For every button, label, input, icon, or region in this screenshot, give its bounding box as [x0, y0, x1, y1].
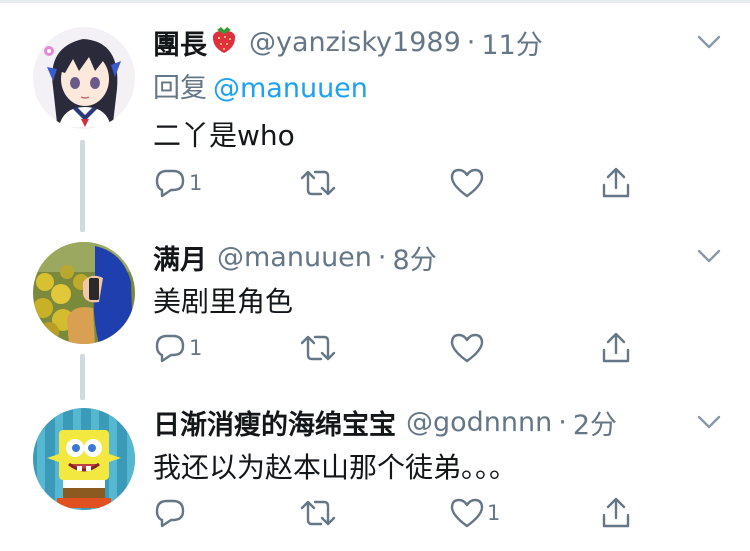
heart-icon — [450, 168, 484, 198]
share-icon — [602, 497, 630, 528]
retweet-icon — [300, 335, 336, 361]
tweet-actions: 1 — [0, 328, 750, 368]
separator-dot: · — [377, 241, 387, 273]
reply-icon — [155, 169, 185, 198]
retweet-button[interactable] — [299, 163, 337, 203]
reply-to-line: 回复 @manuuen — [153, 66, 368, 105]
reply-prefix: 回复 — [153, 73, 207, 104]
tweet[interactable]: 團長 @yanzisky1989 · 11分 回复 @manuuen 二丫是who… — [0, 0, 750, 220]
timestamp[interactable]: 2分 — [573, 403, 617, 442]
like-button[interactable]: 1 — [449, 493, 500, 533]
like-count: 1 — [487, 501, 501, 525]
user-handle[interactable]: @yanzisky1989 — [249, 27, 461, 58]
reply-button[interactable]: 1 — [153, 328, 202, 368]
reply-button[interactable] — [153, 493, 189, 533]
user-handle[interactable]: @godnnnn — [406, 407, 552, 438]
share-icon — [602, 332, 630, 363]
tweet-text: 我还以为赵本山那个徒弟。。。 — [153, 451, 518, 484]
like-button[interactable] — [449, 328, 487, 368]
share-button[interactable] — [599, 493, 633, 533]
reply-icon — [155, 334, 185, 363]
display-name[interactable]: 日渐消瘦的海绵宝宝 — [153, 403, 396, 442]
tweet[interactable]: 日渐消瘦的海绵宝宝 @godnnnn · 2分 我还以为赵本山那个徒弟。。。 1 — [0, 390, 750, 551]
retweet-icon — [300, 170, 336, 196]
retweet-icon — [300, 500, 336, 526]
reply-button[interactable]: 1 — [153, 163, 202, 203]
separator-dot: · — [466, 26, 476, 58]
timestamp[interactable]: 11分 — [481, 23, 542, 62]
reply-count: 1 — [189, 171, 203, 195]
tweet-header: 日渐消瘦的海绵宝宝 @godnnnn · 2分 — [153, 402, 617, 442]
separator-dot: · — [558, 406, 567, 438]
tweet-header: 满月 @manuuen · 8分 — [153, 237, 437, 277]
retweet-button[interactable] — [299, 493, 337, 533]
heart-icon — [450, 333, 484, 363]
share-button[interactable] — [599, 328, 633, 368]
heart-icon — [450, 498, 484, 528]
tweet-text: 二丫是who — [153, 119, 295, 152]
display-name[interactable]: 满月 — [153, 238, 207, 277]
reply-count: 1 — [189, 336, 203, 360]
chevron-down-icon[interactable] — [693, 406, 725, 438]
share-button[interactable] — [599, 163, 633, 203]
chevron-down-icon[interactable] — [693, 26, 725, 58]
chevron-down-icon[interactable] — [693, 240, 725, 272]
reply-icon — [155, 499, 185, 528]
tweet-text: 美剧里角色 — [153, 285, 294, 318]
avatar[interactable] — [33, 27, 135, 129]
strawberry-emoji — [209, 23, 239, 62]
tweet-actions: 1 — [0, 493, 750, 533]
timestamp[interactable]: 8分 — [393, 238, 437, 277]
anime-girl-avatar — [33, 27, 135, 129]
retweet-button[interactable] — [299, 328, 337, 368]
tweet[interactable]: 满月 @manuuen · 8分 美剧里角色 1 — [0, 220, 750, 390]
tweet-header: 團長 @yanzisky1989 · 11分 — [153, 22, 543, 62]
tweet-actions: 1 — [0, 163, 750, 203]
user-handle[interactable]: @manuuen — [217, 242, 372, 273]
reply-mention-link[interactable]: @manuuen — [213, 73, 368, 104]
display-name[interactable]: 團長 — [153, 23, 207, 62]
like-button[interactable] — [449, 163, 487, 203]
share-icon — [602, 167, 630, 198]
